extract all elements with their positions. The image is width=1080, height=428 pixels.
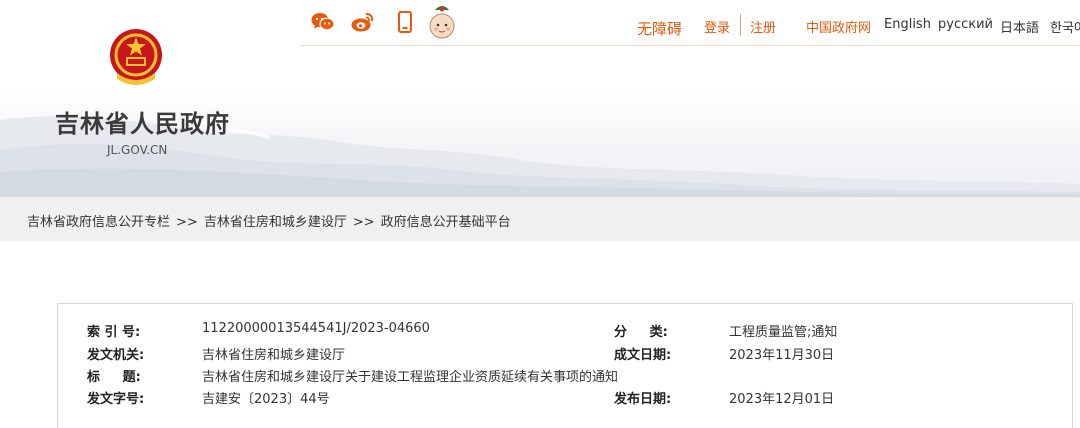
issuing-agency-label: 发文机关: (87, 348, 145, 363)
national-emblem-icon (107, 27, 165, 91)
breadcrumb-separator: >> (176, 215, 198, 230)
breadcrumb-item-housing-dept[interactable]: 吉林省住房和城乡建设厅 (204, 215, 347, 230)
site-domain: JL.GOV.CN (107, 143, 168, 157)
issuing-agency-value: 吉林省住房和城乡建设厅 (202, 348, 346, 363)
language-russian-link[interactable]: русский (938, 17, 993, 32)
document-number-value: 吉建安〔2023〕44号 (202, 392, 330, 407)
wechat-icon[interactable] (311, 10, 335, 34)
written-date-label: 成文日期: (614, 348, 672, 363)
mobile-icon[interactable] (393, 10, 417, 34)
index-number-label: 索 引 号: (87, 325, 141, 340)
index-number-value: 11220000013544541J/2023-04660 (202, 321, 430, 336)
login-link[interactable]: 登录 (704, 17, 730, 36)
breadcrumb-separator: >> (352, 215, 375, 230)
breadcrumb-item-info-platform[interactable]: 政府信息公开基础平台 (381, 215, 511, 230)
written-date-value: 2023年11月30日 (729, 348, 835, 363)
category-label: 分 类: (614, 325, 668, 340)
china-gov-link[interactable]: 中国政府网 (806, 17, 871, 36)
breadcrumb: 吉林省政府信息公开专栏 >> 吉林省住房和城乡建设厅 >> 政府信息公开基础平台 (27, 211, 511, 230)
accessibility-link[interactable]: 无障碍 (637, 18, 682, 39)
document-title-value: 吉林省住房和城乡建设厅关于建设工程监理企业资质延续有关事项的通知 (202, 370, 619, 385)
document-number-label: 发文字号: (87, 392, 145, 407)
language-korean-link[interactable]: 한국어 (1050, 17, 1080, 36)
language-english-link[interactable]: English (884, 17, 931, 32)
register-link[interactable]: 注册 (750, 17, 776, 36)
weibo-icon[interactable] (351, 10, 375, 34)
topbar-separator (740, 14, 741, 36)
category-value: 工程质量监管;通知 (729, 325, 838, 340)
breadcrumb-item-info-column[interactable]: 吉林省政府信息公开专栏 (27, 215, 170, 230)
publish-date-value: 2023年12月01日 (729, 392, 835, 407)
language-japanese-link[interactable]: 日本語 (1000, 17, 1039, 36)
publish-date-label: 发布日期: (614, 392, 672, 407)
topbar-divider (300, 45, 1080, 46)
site-title: 吉林省人民政府 (55, 110, 230, 138)
mascot-icon[interactable] (427, 4, 457, 42)
document-title-label: 标 题: (87, 370, 141, 385)
